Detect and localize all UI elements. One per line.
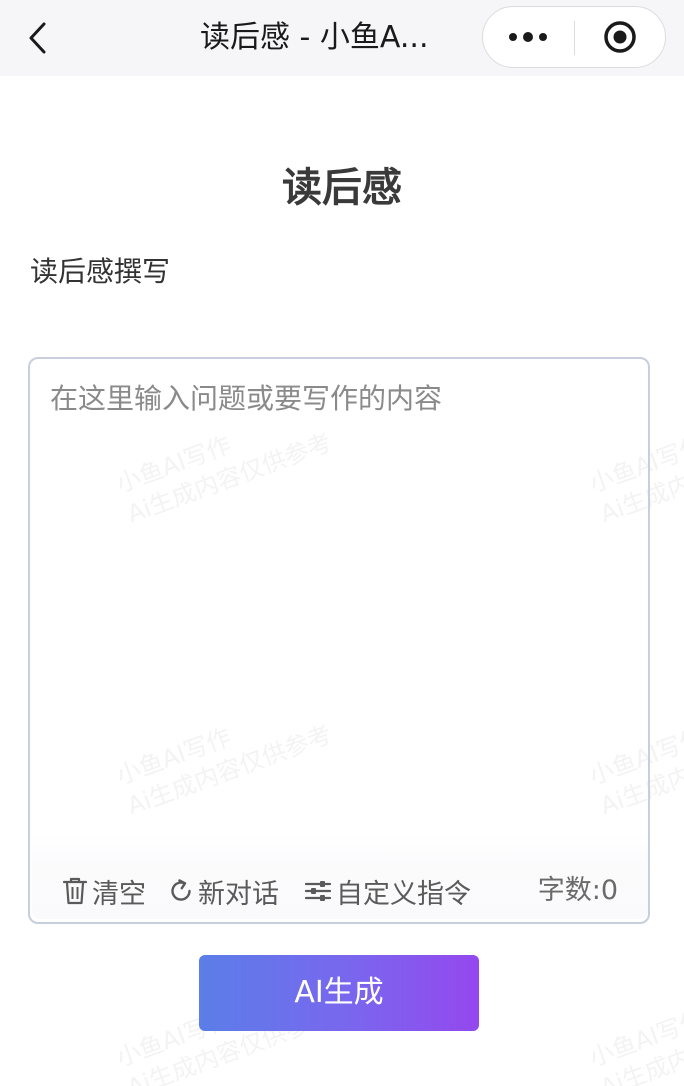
new-chat-label: 新对话 <box>198 878 279 910</box>
trash-icon <box>62 877 88 905</box>
page: 读后感 - 小鱼A... 小鱼AI写作 Ai生成内容仅供参考 小鱼AI写作 Ai… <box>0 0 684 1086</box>
editor-toolbar: 清空 新对话 自定义指令 字数:0 <box>32 831 648 919</box>
watermark: 小鱼AI写作 Ai生成内容仅供参考 <box>585 970 684 1086</box>
back-button[interactable] <box>18 18 58 58</box>
more-button[interactable] <box>483 7 573 67</box>
navbar: 读后感 - 小鱼A... <box>0 0 684 76</box>
close-miniprogram-button[interactable] <box>575 7 665 67</box>
navbar-title: 读后感 - 小鱼A... <box>200 20 429 55</box>
capsule-menu <box>482 6 666 68</box>
page-title: 读后感 <box>282 165 402 211</box>
prompt-input[interactable] <box>50 379 628 809</box>
target-circle-icon <box>604 21 636 53</box>
new-chat-button[interactable]: 新对话 <box>168 871 279 911</box>
chevron-left-icon <box>29 22 46 54</box>
clear-label: 清空 <box>92 878 146 910</box>
watermark-line: Ai生成内容仅供参考 <box>596 1002 684 1086</box>
clear-button[interactable]: 清空 <box>62 871 146 911</box>
custom-instruction-button[interactable]: 自定义指令 <box>304 871 471 911</box>
word-count: 字数:0 <box>537 875 618 906</box>
ai-generate-button[interactable]: AI生成 <box>199 955 479 1031</box>
refresh-icon <box>171 879 191 901</box>
sliders-icon <box>304 881 332 901</box>
page-subtitle: 读后感撰写 <box>30 255 171 288</box>
custom-instruction-label: 自定义指令 <box>336 878 471 910</box>
watermark-line: 小鱼AI写作 <box>585 1005 684 1073</box>
more-dots-icon <box>509 32 547 42</box>
prompt-editor: 清空 新对话 自定义指令 字数: <box>28 357 650 924</box>
